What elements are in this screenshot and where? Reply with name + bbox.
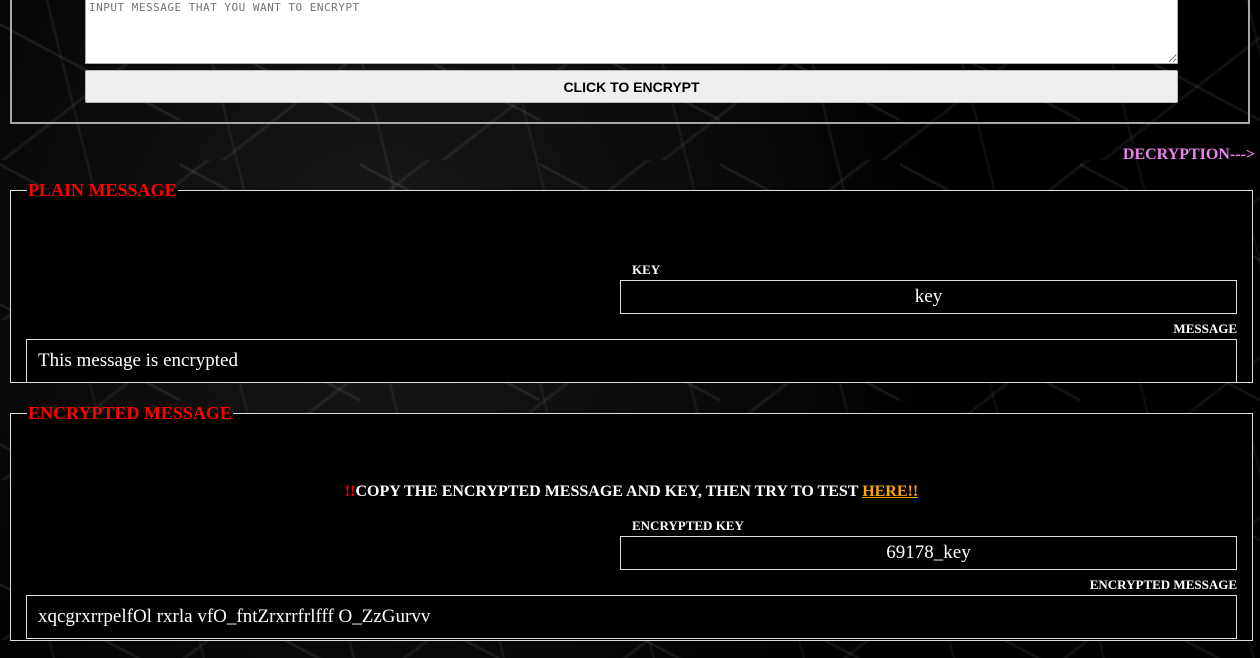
decryption-link[interactable]: DECRYPTION---> (1123, 146, 1255, 164)
message-input[interactable] (85, 0, 1178, 64)
test-here-link[interactable]: HERE!! (862, 483, 918, 500)
notice-text: COPY THE ENCRYPTED MESSAGE AND KEY, THEN… (355, 483, 863, 500)
encrypted-message-legend: ENCRYPTED MESSAGE (28, 403, 232, 423)
plain-message-panel: PLAIN MESSAGE KEY key MESSAGE This messa… (10, 180, 1253, 383)
key-label: KEY (632, 262, 661, 277)
encrypted-message-field: xqcgrxrrpelfOl rxrla vfO_fntZrxrrfrlfff … (26, 595, 1237, 639)
message-label: MESSAGE (1173, 321, 1237, 336)
encrypted-message-panel: ENCRYPTED MESSAGE !!COPY THE ENCRYPTED M… (10, 403, 1253, 641)
key-field: key (620, 280, 1237, 314)
encrypt-button[interactable]: CLICK TO ENCRYPT (85, 70, 1178, 103)
encrypted-key-label: ENCRYPTED KEY (632, 518, 744, 533)
plain-message-field: This message is encrypted (26, 339, 1237, 383)
encrypted-message-label: ENCRYPTED MESSAGE (1089, 577, 1237, 592)
notice-prefix: !! (344, 483, 356, 500)
plain-message-legend: PLAIN MESSAGE (28, 180, 177, 200)
copy-notice: !!COPY THE ENCRYPTED MESSAGE AND KEY, TH… (11, 483, 1252, 501)
encrypted-key-field: 69178_key (620, 536, 1237, 570)
